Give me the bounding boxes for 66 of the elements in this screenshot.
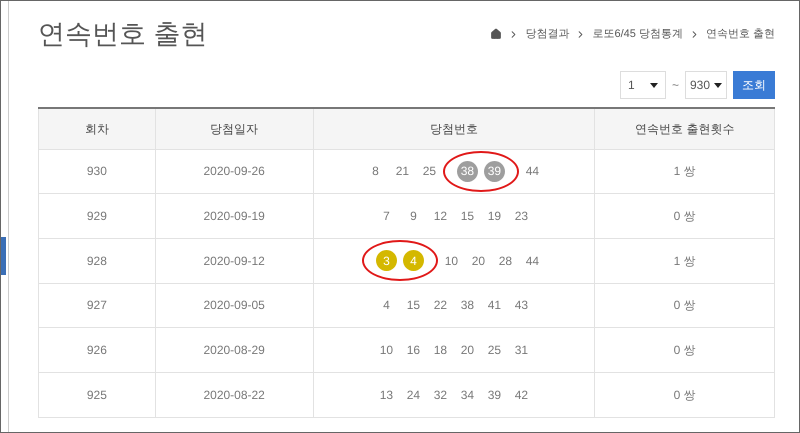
number-text: 10: [444, 252, 460, 270]
column-header: 당첨일자: [155, 108, 314, 149]
number-text: 24: [406, 386, 422, 404]
table-cell: 930: [38, 149, 156, 194]
number-text: 31: [514, 342, 530, 360]
table-cell: 2020-08-29: [155, 328, 314, 372]
table-cell: 928: [38, 238, 156, 284]
number-text: 10: [378, 342, 394, 360]
number-text: 32: [432, 386, 448, 404]
search-button[interactable]: 조회: [733, 71, 775, 99]
number-text: 4: [382, 297, 391, 314]
sidebar-marker: [1, 237, 6, 275]
table-cell: 2020-09-19: [155, 194, 314, 238]
column-header: 연속번호 출현횟수: [594, 108, 774, 149]
number-text: 9: [409, 208, 418, 226]
table-cell: 0 쌍: [594, 194, 774, 238]
table-cell: 2020-09-05: [155, 283, 314, 328]
number-text: 34: [460, 386, 476, 404]
breadcrumb-link[interactable]: 연속번호 출현: [706, 26, 775, 42]
number-text: 22: [432, 297, 448, 314]
number-text: 42: [514, 386, 530, 404]
round-to-select[interactable]: 930: [685, 71, 727, 99]
number-text: 23: [514, 208, 530, 226]
caret-icon: [714, 82, 722, 88]
number-text: 44: [524, 163, 540, 180]
column-header: 회차: [38, 108, 156, 149]
table-cell: 926: [38, 328, 156, 372]
table-cell: 925: [38, 372, 156, 418]
home-icon[interactable]: [490, 28, 502, 40]
number-text: 18: [432, 342, 448, 360]
number-text: 43: [514, 297, 530, 314]
table-cell: 927: [38, 283, 156, 328]
page-title: 연속번호 출현: [38, 18, 208, 51]
breadcrumb-link[interactable]: 당첨결과: [525, 26, 570, 42]
number-text: 21: [394, 163, 410, 180]
breadcrumb-link[interactable]: 로또6/45 당첨통계: [592, 26, 683, 42]
number-text: 12: [432, 208, 448, 226]
number-text: 16: [406, 342, 422, 360]
number-text: 7: [382, 208, 391, 226]
number-text: 41: [486, 297, 502, 314]
number-text: 20: [470, 252, 486, 270]
round-from-select[interactable]: 1: [620, 71, 666, 99]
number-text: 39: [486, 386, 502, 404]
table-cell: 1 쌍: [594, 238, 774, 284]
number-text: 25: [422, 163, 438, 180]
number-text: 8: [371, 163, 380, 180]
number-text: 19: [486, 208, 502, 226]
table-cell: 1 쌍: [594, 149, 774, 194]
table-cell: 2020-09-12: [155, 238, 314, 284]
number-text: 38: [460, 297, 476, 314]
column-header: 당첨번호: [313, 108, 595, 149]
number-text: 15: [406, 297, 422, 314]
number-text: 13: [378, 386, 394, 404]
table-cell: 2020-08-22: [155, 372, 314, 418]
number-text: 44: [524, 252, 540, 270]
table-cell: 929: [38, 194, 156, 238]
table-cell: 0 쌍: [594, 283, 774, 328]
number-text: 15: [460, 208, 476, 226]
number-text: 28: [498, 252, 514, 270]
table-cell: 0 쌍: [594, 372, 774, 418]
table-cell: 2020-09-26: [155, 149, 314, 194]
number-text: 20: [460, 342, 476, 360]
range-separator: ~: [672, 77, 679, 94]
table-cell: 0 쌍: [594, 328, 774, 372]
number-text: 25: [486, 342, 502, 360]
caret-icon: [650, 82, 658, 88]
